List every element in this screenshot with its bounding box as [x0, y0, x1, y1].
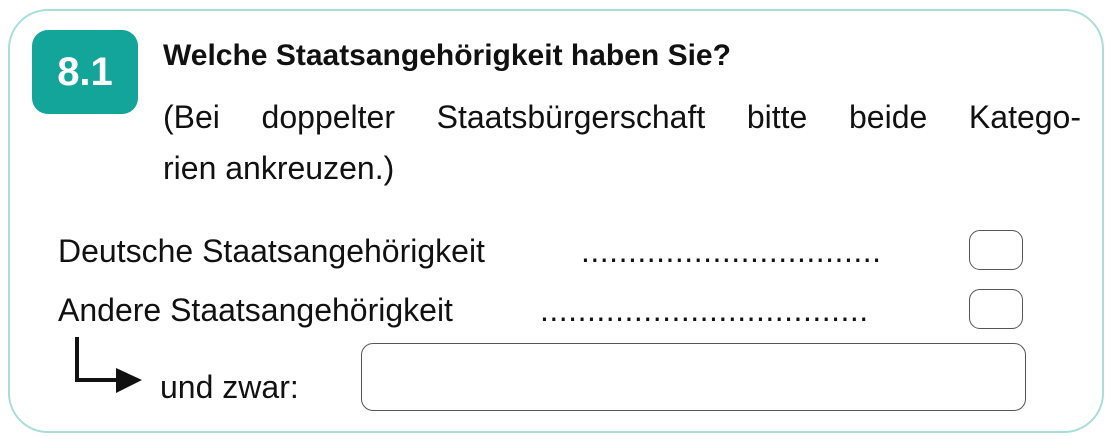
hint-word: doppelter: [261, 99, 395, 135]
question-hint: (Bei doppelter Staatsbürgerschaft bitte …: [163, 92, 1081, 194]
option-label-german: Deutsche Staatsangehörigkeit: [58, 233, 485, 269]
hint-word: beide: [848, 99, 928, 135]
checkbox-other-citizenship[interactable]: [969, 289, 1023, 329]
hint-line-1: (Bei doppelter Staatsbürgerschaft bitte …: [163, 92, 1081, 143]
followup-label: und zwar:: [160, 369, 299, 405]
checkbox-german-citizenship[interactable]: [969, 230, 1023, 270]
option-leader-dots: ................................: [581, 233, 882, 269]
arrow-down-right-icon: [75, 337, 142, 393]
hint-word: Staatsbürgerschaft: [436, 99, 706, 135]
hint-line-2: rien ankreuzen.): [163, 150, 395, 186]
other-citizenship-input[interactable]: [361, 343, 1026, 411]
option-label-other: Andere Staatsangehörigkeit: [58, 292, 453, 328]
option-leader-dots: ...................................: [540, 292, 869, 328]
hint-word: (Bei: [163, 99, 220, 135]
hint-word: bitte: [746, 99, 808, 135]
question-number-badge: 8.1: [32, 30, 138, 114]
question-title: Welche Staatsangehörigkeit haben Sie?: [163, 39, 731, 72]
hint-word: Katego-: [968, 99, 1081, 135]
